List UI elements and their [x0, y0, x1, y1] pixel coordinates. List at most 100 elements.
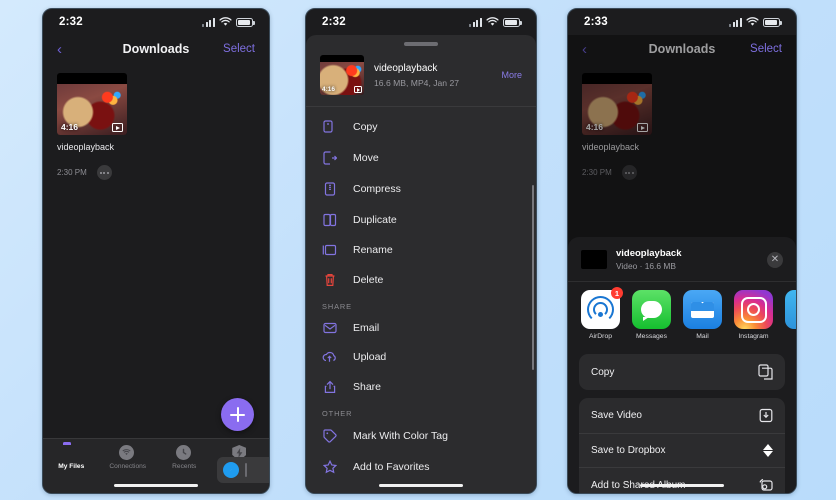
nav-bar: ‹ Downloads Select: [43, 35, 269, 63]
cloud-upload-icon: [322, 351, 337, 363]
tag-icon: [322, 428, 337, 443]
folder-icon: [63, 445, 80, 460]
file-name: videoplayback: [374, 62, 438, 74]
menu-item-upload[interactable]: Upload: [306, 342, 536, 371]
menu-item-color-tag[interactable]: Mark With Color Tag: [306, 420, 536, 451]
file-name: videoplayback: [616, 248, 682, 259]
status-clock: 2:32: [59, 16, 83, 28]
share-app-row: 1 AirDrop Messages Mail Instagram: [568, 281, 796, 346]
menu-item-share[interactable]: Share: [306, 371, 536, 402]
select-button[interactable]: Select: [750, 43, 782, 55]
menu-item-duplicate[interactable]: Duplicate: [306, 204, 536, 235]
ios-share-sheet: videoplayback Video · 16.6 MB ✕ 1 AirDro…: [568, 237, 796, 493]
file-cell[interactable]: 4:16 videoplayback 2:30 PM: [57, 73, 127, 180]
app-label: Mail: [696, 333, 709, 340]
file-time: 2:30 PM: [57, 168, 87, 177]
share-action-save-dropbox[interactable]: Save to Dropbox: [579, 433, 785, 467]
section-header-other: OTHER: [322, 409, 353, 418]
share-header: videoplayback Video · 16.6 MB ✕: [568, 237, 796, 281]
back-button[interactable]: ‹: [57, 42, 62, 57]
wifi-icon: [746, 17, 759, 26]
more-options-icon[interactable]: [96, 165, 112, 180]
rename-icon: [322, 244, 337, 256]
copy-icon: [322, 119, 337, 134]
wifi-icon: [219, 17, 232, 26]
status-clock: 2:32: [322, 16, 346, 28]
section-header-share: SHARE: [322, 302, 352, 311]
cellular-signal-icon: [729, 17, 742, 27]
share-action-shared-album[interactable]: Add to Shared Album: [579, 467, 785, 493]
action-label: Save Video: [591, 410, 642, 421]
telegram-icon: ➤: [785, 290, 796, 329]
menu-item-favorites[interactable]: Add to Favorites: [306, 451, 536, 482]
share-target-mail[interactable]: Mail: [683, 290, 722, 340]
tab-recents[interactable]: Recents: [156, 445, 213, 470]
tab-my-files[interactable]: My Files: [43, 445, 100, 470]
status-bar: 2:33: [568, 9, 796, 35]
duplicate-icon: [322, 213, 337, 227]
file-meta: Video · 16.6 MB: [616, 261, 676, 271]
menu-item-label: Mark With Color Tag: [353, 429, 448, 442]
share-target-instagram[interactable]: Instagram: [734, 290, 773, 340]
home-indicator: [640, 483, 724, 487]
share-actions-group-1: Copy: [579, 354, 785, 390]
menu-item-label: Share: [353, 380, 382, 393]
home-indicator: [379, 483, 463, 487]
more-button[interactable]: More: [501, 70, 522, 80]
phone-panel-action-menu: 2:32 4:16 videoplayback 16.6 MB, MP4, Ja…: [305, 8, 537, 494]
status-icons: [469, 17, 522, 27]
share-action-save-video[interactable]: Save Video: [579, 398, 785, 433]
share-action-copy[interactable]: Copy: [579, 354, 785, 390]
close-icon[interactable]: ✕: [767, 251, 783, 268]
video-badge-icon: [112, 123, 123, 132]
share-target-airdrop[interactable]: 1 AirDrop: [581, 287, 623, 340]
star-icon: [322, 459, 337, 474]
messages-icon: [632, 290, 671, 329]
battery-icon: [763, 17, 782, 27]
share-actions-group-2: Save Video Save to Dropbox Add to Shared…: [579, 398, 785, 493]
cellular-signal-icon: [202, 17, 215, 27]
app-label: Messages: [636, 333, 667, 340]
menu-item-move[interactable]: Move: [306, 142, 536, 173]
safari-widget[interactable]: [217, 457, 269, 483]
envelope-icon: [322, 322, 337, 334]
share-target-telegram[interactable]: ➤ T: [785, 290, 796, 340]
airdrop-icon: 1: [581, 287, 623, 329]
dropbox-icon: [763, 444, 773, 457]
menu-item-compress[interactable]: Compress: [306, 173, 536, 204]
file-meta-row: 2:30 PM: [57, 165, 127, 180]
file-meta: 16.6 MB, MP4, Jan 27: [374, 77, 460, 88]
tab-connections[interactable]: Connections: [100, 445, 157, 470]
sheet-scrollbar[interactable]: [531, 185, 534, 370]
menu-item-label: Email: [353, 321, 380, 334]
copy-icon: [758, 364, 773, 380]
tab-label: Connections: [109, 463, 147, 470]
menu-item-label: Duplicate: [353, 213, 397, 226]
home-indicator: [114, 483, 198, 487]
select-button[interactable]: Select: [223, 43, 255, 55]
video-thumbnail[interactable]: 4:16: [320, 55, 364, 95]
status-clock: 2:33: [584, 16, 608, 28]
save-download-icon: [759, 408, 773, 423]
menu-item-label: Copy: [353, 120, 378, 133]
action-label: Copy: [591, 366, 615, 378]
screenshot-stage: 2:32 ‹ Downloads Select 4:16 videoplayba…: [0, 0, 836, 500]
menu-item-email[interactable]: Email: [306, 313, 536, 342]
video-duration: 4:16: [61, 122, 79, 132]
status-icons: [729, 17, 782, 27]
menu-item-copy[interactable]: Copy: [306, 111, 536, 142]
app-label: AirDrop: [588, 333, 613, 340]
menu-item-rename[interactable]: Rename: [306, 235, 536, 264]
share-thumbnail: [581, 250, 607, 269]
action-menu-list: Copy Move Compress Duplicate Rename Dele…: [306, 107, 536, 482]
video-thumbnail[interactable]: 4:16: [57, 73, 127, 135]
menu-item-delete[interactable]: Delete: [306, 264, 536, 295]
add-button[interactable]: [221, 398, 254, 431]
app-label: Instagram: [738, 333, 769, 340]
share-target-messages[interactable]: Messages: [632, 290, 671, 340]
video-badge-icon: [354, 86, 362, 93]
status-icons: [202, 17, 255, 27]
shared-album-icon: [757, 478, 773, 492]
compress-icon: [322, 181, 337, 196]
battery-icon: [503, 17, 522, 27]
